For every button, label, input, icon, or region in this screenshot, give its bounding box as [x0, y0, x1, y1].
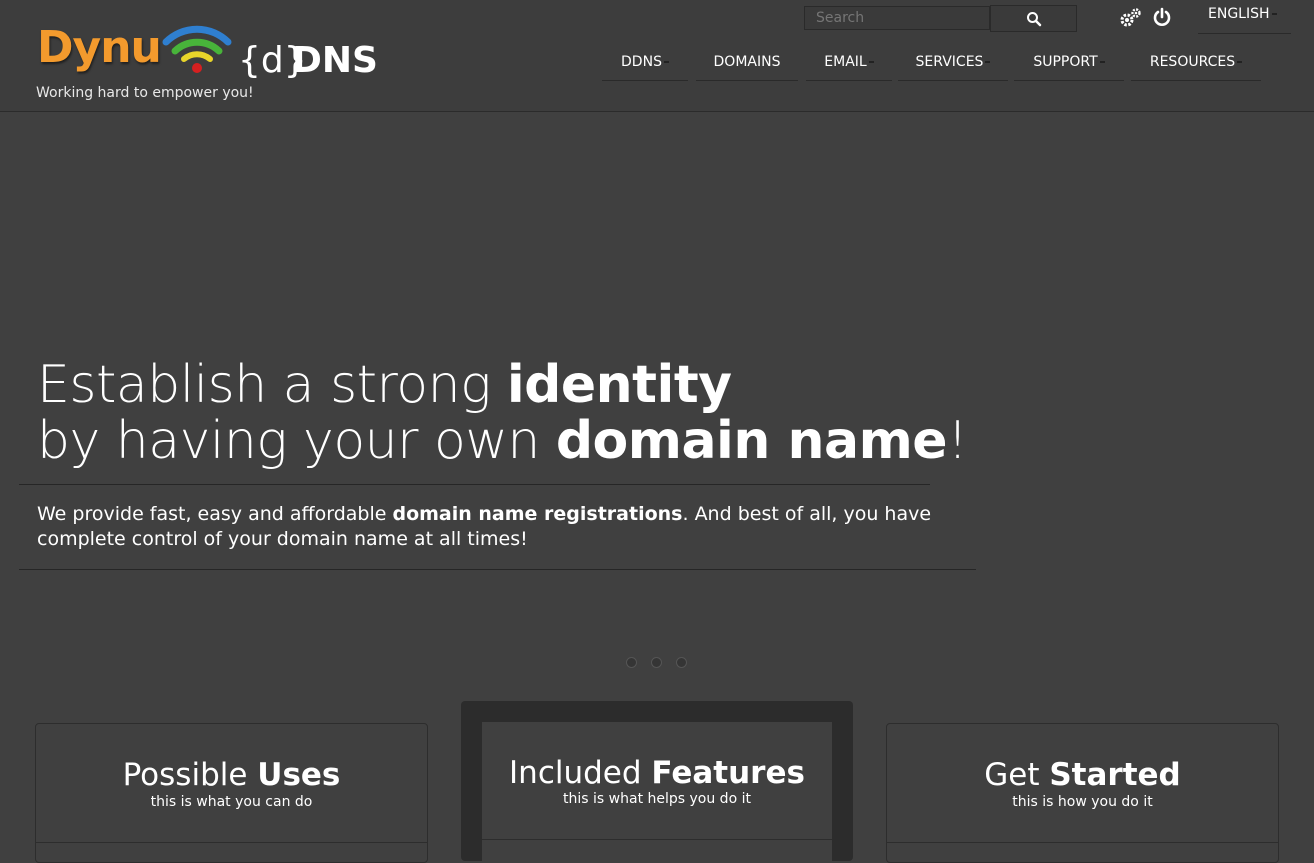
card-divider [887, 842, 1278, 843]
power-icon[interactable] [1152, 7, 1172, 27]
chevron-down-icon [1099, 61, 1105, 63]
chevron-down-icon [868, 61, 874, 63]
card-included-features[interactable]: Included Features this is what helps you… [461, 701, 853, 862]
hero-headline-line2: by having your own domain name! [37, 411, 968, 471]
chevron-down-icon [1271, 13, 1277, 15]
language-label: ENGLISH [1208, 6, 1270, 22]
search-input[interactable] [804, 6, 990, 30]
chevron-down-icon [985, 61, 991, 63]
nav-item-email[interactable]: EMAIL [806, 50, 892, 81]
nav-item-support[interactable]: SUPPORT [1014, 50, 1124, 81]
card-title: Possible Uses [122, 757, 341, 793]
nav-item-resources[interactable]: RESOURCES [1131, 50, 1261, 81]
nav-item-services[interactable]: SERVICES [898, 50, 1008, 81]
site-header: Dynu {d} DNS Working hard to empower you… [0, 0, 1314, 112]
hero-headline-line1: Establish a strong identity [37, 355, 732, 415]
slider-dot-2[interactable] [651, 657, 662, 668]
hero-divider-bottom [19, 569, 976, 570]
card-subtitle: this is what helps you do it [563, 791, 751, 807]
hero-divider-top [19, 484, 930, 485]
language-selector[interactable]: ENGLISH [1198, 6, 1291, 34]
hero-description: We provide fast, easy and affordable dom… [37, 503, 932, 550]
card-divider [36, 842, 427, 843]
wifi-logo-icon [162, 25, 232, 73]
card-subtitle: this is how you do it [1012, 794, 1153, 810]
tagline: Working hard to empower you! [36, 85, 254, 101]
search-button[interactable] [990, 5, 1077, 32]
card-divider [482, 839, 832, 840]
slider-dot-1[interactable] [626, 657, 637, 668]
ddns-bold-text: DNS [292, 40, 378, 81]
card-subtitle: this is what you can do [150, 794, 313, 810]
card-possible-uses[interactable]: Possible Uses this is what you can do [35, 723, 428, 863]
card-title: Included Features [509, 755, 805, 791]
card-get-started[interactable]: Get Started this is how you do it [886, 723, 1279, 863]
card-inner: Included Features this is what helps you… [482, 722, 832, 862]
logo-wordmark[interactable]: Dynu [37, 22, 162, 73]
nav-item-ddns[interactable]: DDNS [602, 50, 688, 81]
chevron-down-icon [663, 61, 669, 63]
card-title: Get Started [984, 757, 1181, 793]
nav-item-domains[interactable]: DOMAINS [696, 50, 798, 81]
search-icon [1026, 11, 1041, 26]
chevron-down-icon [1237, 61, 1243, 63]
gears-icon[interactable] [1118, 7, 1142, 29]
slider-dot-3[interactable] [676, 657, 687, 668]
